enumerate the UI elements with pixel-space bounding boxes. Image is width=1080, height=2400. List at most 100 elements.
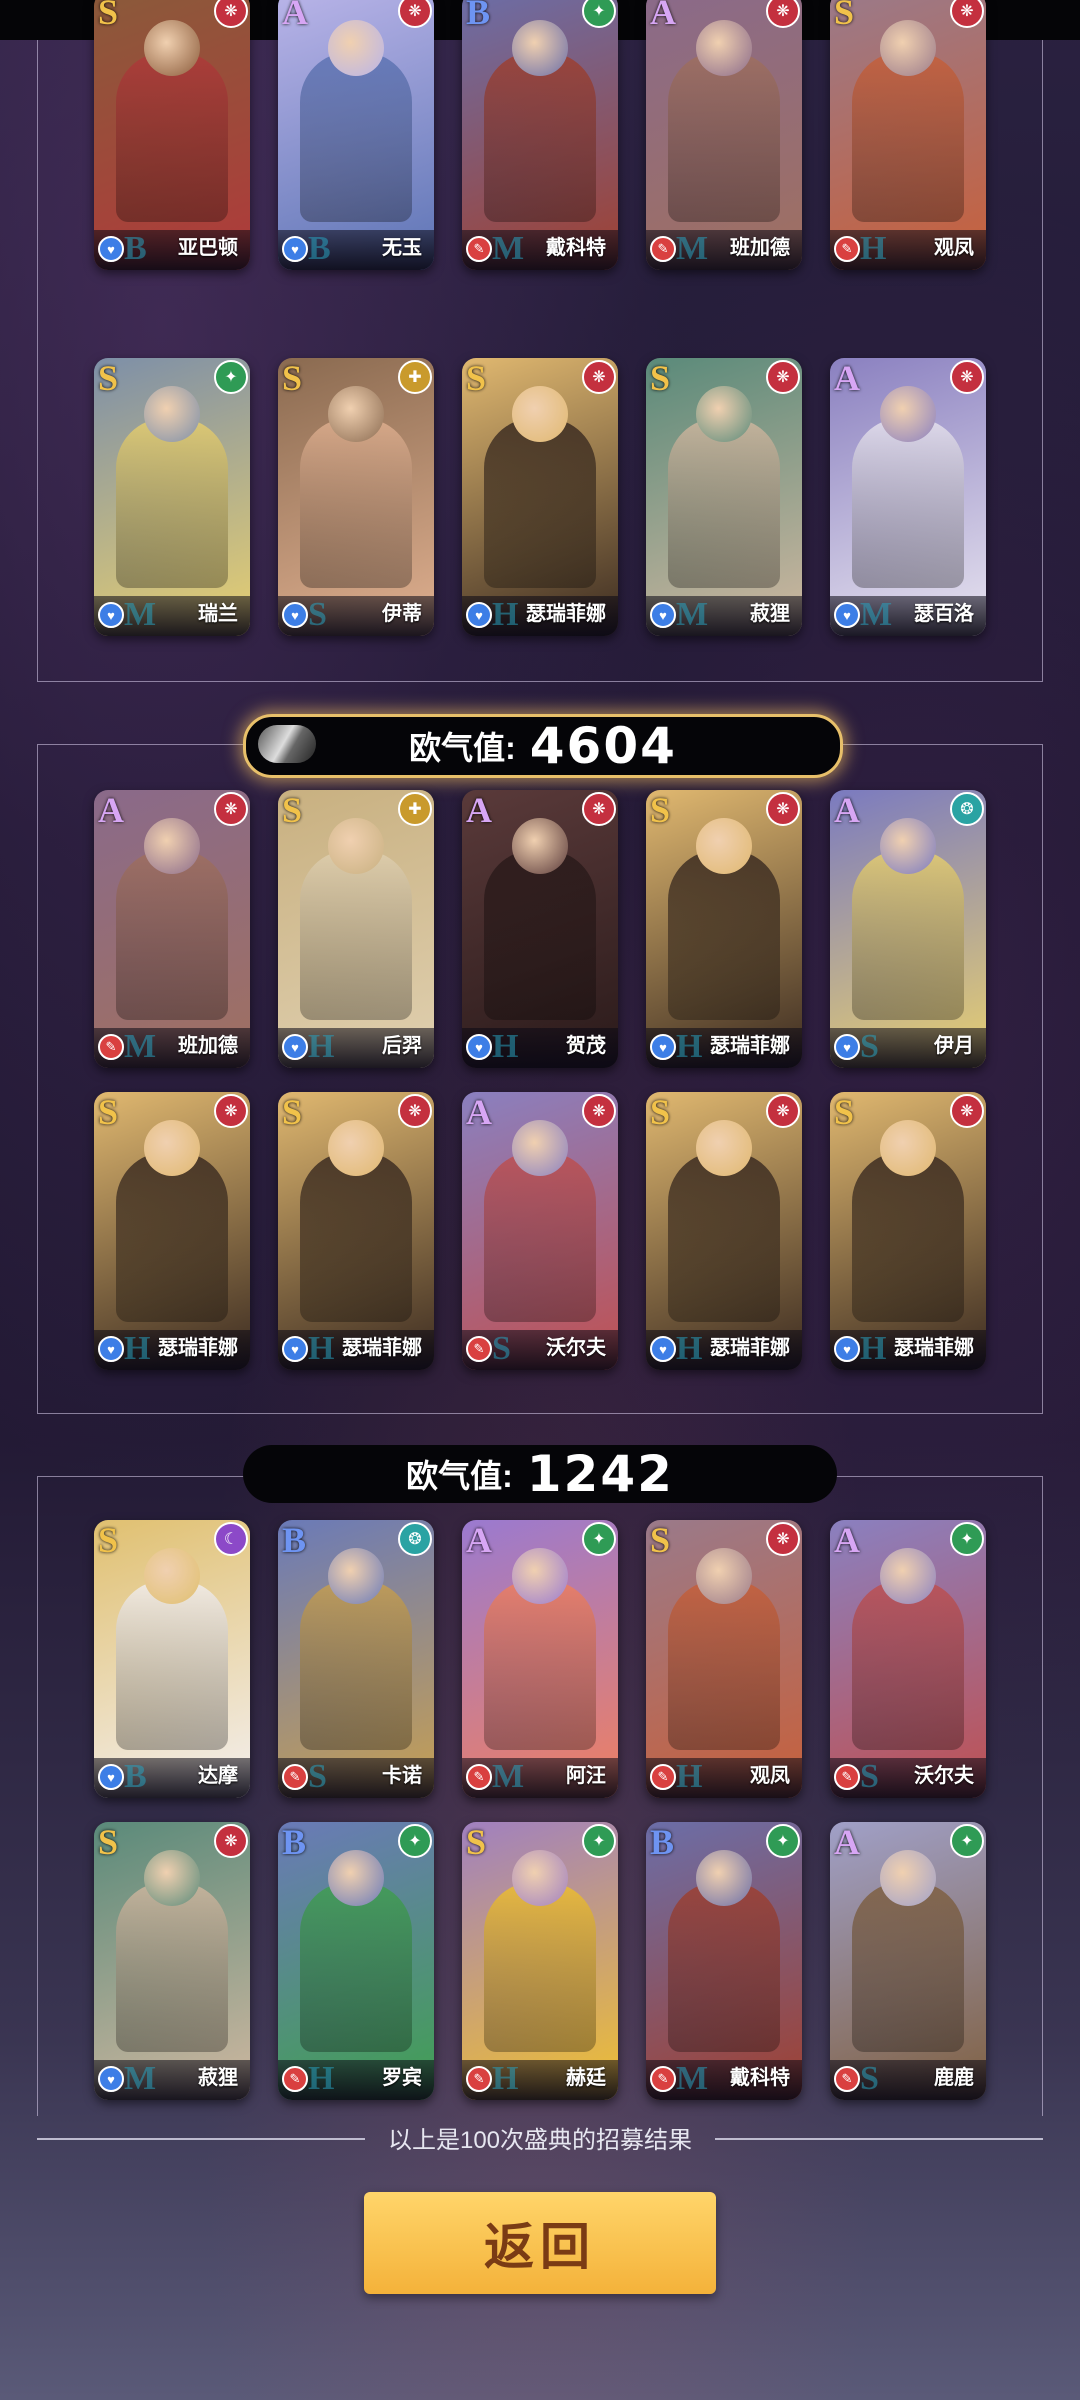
role-icon: ♥ — [282, 236, 308, 262]
role-icon: ✎ — [466, 1336, 492, 1362]
hero-card[interactable]: S ✦ ✎ H 赫廷 — [462, 1822, 618, 2100]
hero-name: 瑟瑞菲娜 — [710, 1035, 790, 1057]
grade-badge: A — [834, 1520, 860, 1560]
hero-card[interactable]: S ❋ ✎ H 观凤 — [646, 1520, 802, 1798]
faction-icon: ❋ — [766, 1522, 800, 1556]
tier-watermark: B — [124, 1758, 147, 1795]
hero-name: 观凤 — [750, 1765, 790, 1787]
role-icon: ♥ — [650, 602, 676, 628]
hero-head — [880, 1548, 936, 1604]
hero-head — [696, 386, 752, 442]
faction-icon: ✦ — [950, 1824, 984, 1858]
grade-badge: S — [98, 1092, 119, 1132]
hero-head — [880, 1850, 936, 1906]
hero-figure — [852, 418, 964, 588]
hero-name: 卡诺 — [382, 1765, 422, 1787]
hero-name: 菽狸 — [750, 603, 790, 625]
tier-watermark: S — [492, 1330, 511, 1367]
hero-figure — [300, 418, 412, 588]
hero-name: 戴科特 — [730, 2067, 790, 2089]
hero-head — [880, 20, 936, 76]
tier-watermark: M — [124, 1028, 156, 1065]
grade-badge: S — [650, 790, 671, 830]
hero-card[interactable]: B ✦ ✎ M 戴科特 — [646, 1822, 802, 2100]
role-icon: ♥ — [98, 1764, 124, 1790]
hero-card[interactable]: S ☾ ♥ B 达摩 — [94, 1520, 250, 1798]
hero-head — [328, 1548, 384, 1604]
hero-head — [328, 1120, 384, 1176]
grade-badge: S — [98, 358, 119, 398]
role-icon: ♥ — [282, 1034, 308, 1060]
hero-card[interactable]: S ❋ ♥ M 菽狸 — [646, 358, 802, 636]
hero-card[interactable]: S ❋ ♥ H 瑟瑞菲娜 — [462, 358, 618, 636]
hero-figure — [484, 850, 596, 1020]
hero-card[interactable]: A ❋ ✎ M 班加德 — [94, 790, 250, 1068]
faction-icon: ❋ — [582, 792, 616, 826]
hero-card[interactable]: B ✦ ✎ M 戴科特 — [462, 0, 618, 270]
hero-card[interactable]: A ✦ ✎ M 阿汪 — [462, 1520, 618, 1798]
role-icon: ✎ — [834, 1764, 860, 1790]
return-button[interactable]: 返回 — [364, 2192, 716, 2294]
hero-figure — [668, 418, 780, 588]
tier-watermark: B — [308, 230, 331, 267]
hero-card[interactable]: B ❂ ✎ S 卡诺 — [278, 1520, 434, 1798]
hero-figure — [300, 1152, 412, 1322]
faction-icon: ✦ — [766, 1824, 800, 1858]
hero-card[interactable]: S ❋ ♥ M 菽狸 — [94, 1822, 250, 2100]
hero-figure — [852, 1580, 964, 1750]
hero-card[interactable]: S ❋ ♥ H 瑟瑞菲娜 — [830, 1092, 986, 1370]
grade-badge: S — [650, 1520, 671, 1560]
hero-figure — [852, 1152, 964, 1322]
tier-watermark: H — [492, 596, 518, 633]
hero-figure — [116, 1152, 228, 1322]
hero-head — [328, 386, 384, 442]
tier-watermark: M — [676, 596, 708, 633]
tier-watermark: S — [308, 596, 327, 633]
hero-card[interactable]: A ✦ ✎ S 鹿鹿 — [830, 1822, 986, 2100]
hero-card[interactable]: S ❋ ♥ H 瑟瑞菲娜 — [646, 1092, 802, 1370]
hero-head — [696, 1548, 752, 1604]
faction-icon: ❋ — [398, 1094, 432, 1128]
hero-card[interactable]: S ✦ ♥ M 瑞兰 — [94, 358, 250, 636]
faction-icon: ❋ — [214, 1824, 248, 1858]
faction-icon: ❋ — [950, 360, 984, 394]
tier-watermark: M — [124, 2060, 156, 2097]
hero-card[interactable]: A ❋ ♥ H 贺茂 — [462, 790, 618, 1068]
banner-shine — [258, 725, 316, 763]
hero-card[interactable]: A ❋ ✎ S 沃尔夫 — [462, 1092, 618, 1370]
hero-figure — [852, 52, 964, 222]
role-icon: ♥ — [98, 2066, 124, 2092]
faction-icon: ✦ — [582, 1522, 616, 1556]
hero-card[interactable]: A ✦ ✎ S 沃尔夫 — [830, 1520, 986, 1798]
hero-name: 罗宾 — [382, 2067, 422, 2089]
hero-name: 瑟瑞菲娜 — [526, 603, 606, 625]
luck-value: 1242 — [526, 1445, 674, 1503]
hero-figure — [116, 418, 228, 588]
hero-card[interactable]: B ✦ ✎ H 罗宾 — [278, 1822, 434, 2100]
hero-card[interactable]: A ❋ ✎ M 班加德 — [646, 0, 802, 270]
hero-card[interactable]: S ❋ ♥ H 瑟瑞菲娜 — [278, 1092, 434, 1370]
hero-head — [512, 1120, 568, 1176]
hero-figure — [668, 1882, 780, 2052]
luck-banner-2: 欧气值: 4604 — [243, 714, 843, 778]
hero-card[interactable]: A ❋ ♥ M 瑟百洛 — [830, 358, 986, 636]
tier-watermark: B — [124, 230, 147, 267]
hero-head — [696, 818, 752, 874]
role-icon: ♥ — [466, 1034, 492, 1060]
hero-card[interactable]: S ❋ ✎ H 观凤 — [830, 0, 986, 270]
grade-badge: S — [282, 1092, 303, 1132]
hero-name: 观凤 — [934, 237, 974, 259]
tier-watermark: H — [308, 1028, 334, 1065]
footer-label: 以上是100次盛典的招募结果 — [387, 2127, 693, 2154]
hero-card[interactable]: S ✚ ♥ S 伊蒂 — [278, 358, 434, 636]
tier-watermark: H — [492, 1028, 518, 1065]
hero-card[interactable]: S ✚ ♥ H 后羿 — [278, 790, 434, 1068]
hero-card[interactable]: S ❋ ♥ H 瑟瑞菲娜 — [646, 790, 802, 1068]
hero-figure — [300, 1882, 412, 2052]
hero-card[interactable]: A ❋ ♥ B 无玉 — [278, 0, 434, 270]
hero-card[interactable]: S ❋ ♥ B 亚巴顿 — [94, 0, 250, 270]
hero-card[interactable]: S ❋ ♥ H 瑟瑞菲娜 — [94, 1092, 250, 1370]
hero-head — [144, 1548, 200, 1604]
grade-badge: B — [282, 1822, 307, 1862]
hero-card[interactable]: A ❂ ♥ S 伊月 — [830, 790, 986, 1068]
